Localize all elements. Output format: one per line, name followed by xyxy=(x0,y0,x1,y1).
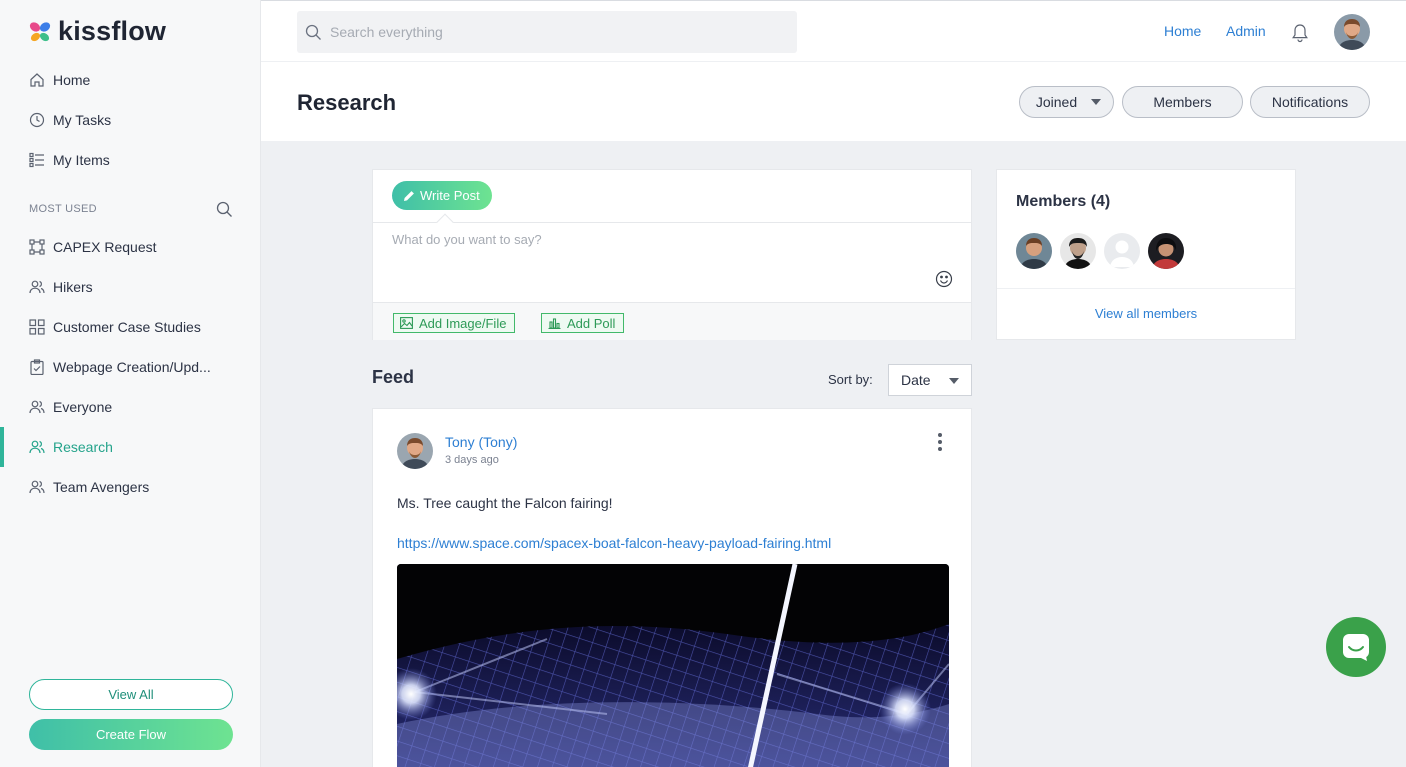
sidebar-item-team-avengers[interactable]: Team Avengers xyxy=(0,469,261,505)
sidebar-item-label: Hikers xyxy=(53,279,93,295)
top-link-home[interactable]: Home xyxy=(1164,23,1201,39)
search-input[interactable] xyxy=(330,24,770,40)
most-used-label: MOST USED xyxy=(29,203,97,215)
more-options-icon[interactable] xyxy=(935,433,945,451)
member-avatar[interactable] xyxy=(1060,233,1096,269)
post-author[interactable]: Tony (Tony) xyxy=(445,434,517,450)
sort-label: Sort by: xyxy=(828,372,873,387)
add-poll-button[interactable]: Add Poll xyxy=(541,313,625,333)
sidebar-item-label: Research xyxy=(53,439,113,455)
sidebar-item-my-tasks[interactable]: My Tasks xyxy=(0,102,261,138)
kissflow-logo[interactable]: kissflow xyxy=(28,16,166,47)
people-icon xyxy=(28,278,46,296)
add-image-file-button[interactable]: Add Image/File xyxy=(393,313,516,333)
home-icon xyxy=(28,71,46,89)
create-flow-button[interactable]: Create Flow xyxy=(29,719,233,750)
global-search[interactable] xyxy=(297,11,797,53)
people-icon xyxy=(28,438,46,456)
divider xyxy=(997,288,1295,289)
post-timestamp: 3 days ago xyxy=(445,454,499,466)
sidebar: kissflow Home My Tasks My Items MOST USE… xyxy=(0,0,261,767)
poll-icon xyxy=(548,318,561,329)
sidebar-item-webpage-creation[interactable]: Webpage Creation/Upd... xyxy=(0,349,261,385)
clock-icon xyxy=(28,111,46,129)
write-post-label: Write Post xyxy=(420,188,480,203)
sidebar-item-label: Home xyxy=(53,72,91,88)
member-avatar-placeholder[interactable] xyxy=(1104,233,1140,269)
member-avatar[interactable] xyxy=(1148,233,1184,269)
sidebar-item-label: CAPEX Request xyxy=(53,239,157,255)
feed-title: Feed xyxy=(372,367,415,387)
top-bar: Home Admin xyxy=(261,0,1406,61)
sidebar-item-label: Webpage Creation/Upd... xyxy=(53,359,211,375)
sidebar-item-my-items[interactable]: My Items xyxy=(0,142,261,178)
sidebar-item-home[interactable]: Home xyxy=(0,62,261,98)
sort-select[interactable]: Date xyxy=(888,364,972,396)
sidebar-item-label: Customer Case Studies xyxy=(53,319,201,335)
members-title: Members (4) xyxy=(1016,193,1111,210)
members-button[interactable]: Members xyxy=(1122,86,1243,118)
search-icon[interactable] xyxy=(216,201,233,218)
avatar[interactable] xyxy=(397,433,433,469)
user-avatar[interactable] xyxy=(1334,14,1370,50)
sidebar-item-label: My Items xyxy=(53,152,110,168)
grid-icon xyxy=(28,318,46,336)
sidebar-item-label: Everyone xyxy=(53,399,113,415)
add-poll-label: Add Poll xyxy=(567,315,616,331)
post-text: Ms. Tree caught the Falcon fairing! xyxy=(397,495,613,511)
search-icon xyxy=(305,24,321,40)
caret-down-icon xyxy=(949,378,959,384)
sidebar-item-label: My Tasks xyxy=(53,112,112,128)
sidebar-item-hikers[interactable]: Hikers xyxy=(0,269,261,305)
people-icon xyxy=(28,398,46,416)
top-link-admin[interactable]: Admin xyxy=(1226,23,1266,39)
sidebar-item-label: Team Avengers xyxy=(53,479,150,495)
chat-launcher-button[interactable] xyxy=(1326,617,1386,677)
sidebar-item-capex-request[interactable]: CAPEX Request xyxy=(0,229,261,265)
clipboard-icon xyxy=(28,358,46,376)
image-icon xyxy=(400,317,413,329)
sidebar-item-everyone[interactable]: Everyone xyxy=(0,389,261,425)
composer-footer: Add Image/File Add Poll xyxy=(373,302,971,340)
post-image[interactable] xyxy=(397,564,949,767)
brand-name: kissflow xyxy=(58,16,167,46)
post-composer: Write Post Add Image/File Add Poll xyxy=(372,169,972,340)
sidebar-item-research[interactable]: Research xyxy=(0,427,261,467)
emoji-icon[interactable] xyxy=(935,270,953,288)
post-link[interactable]: https://www.space.com/spacex-boat-falcon… xyxy=(397,535,831,551)
tab-pointer xyxy=(436,213,454,231)
notifications-button[interactable]: Notifications xyxy=(1250,86,1370,118)
joined-label: Joined xyxy=(1035,94,1078,110)
page-header: Research Joined Members Notifications xyxy=(261,61,1406,141)
view-all-button[interactable]: View All xyxy=(29,679,233,710)
members-card: Members (4) View all members xyxy=(996,169,1296,340)
chat-icon xyxy=(1343,634,1369,661)
kissflow-butterfly-icon xyxy=(29,21,51,41)
divider xyxy=(373,222,971,223)
add-image-file-label: Add Image/File xyxy=(419,315,507,331)
page-title: Research xyxy=(297,90,397,115)
member-avatar[interactable] xyxy=(1016,233,1052,269)
bell-icon[interactable] xyxy=(1291,23,1309,43)
feed-post: Tony (Tony) 3 days ago Ms. Tree caught t… xyxy=(372,408,972,767)
sidebar-item-customer-case-studies[interactable]: Customer Case Studies xyxy=(0,309,261,345)
post-input[interactable] xyxy=(392,232,932,282)
flow-icon xyxy=(28,238,46,256)
pencil-icon xyxy=(404,190,414,201)
list-icon xyxy=(28,151,46,169)
sort-value: Date xyxy=(901,372,931,388)
view-all-members-link[interactable]: View all members xyxy=(997,306,1295,321)
write-post-tab[interactable]: Write Post xyxy=(392,181,492,210)
joined-dropdown[interactable]: Joined xyxy=(1019,86,1114,118)
people-icon xyxy=(28,478,46,496)
caret-down-icon xyxy=(1091,99,1102,105)
